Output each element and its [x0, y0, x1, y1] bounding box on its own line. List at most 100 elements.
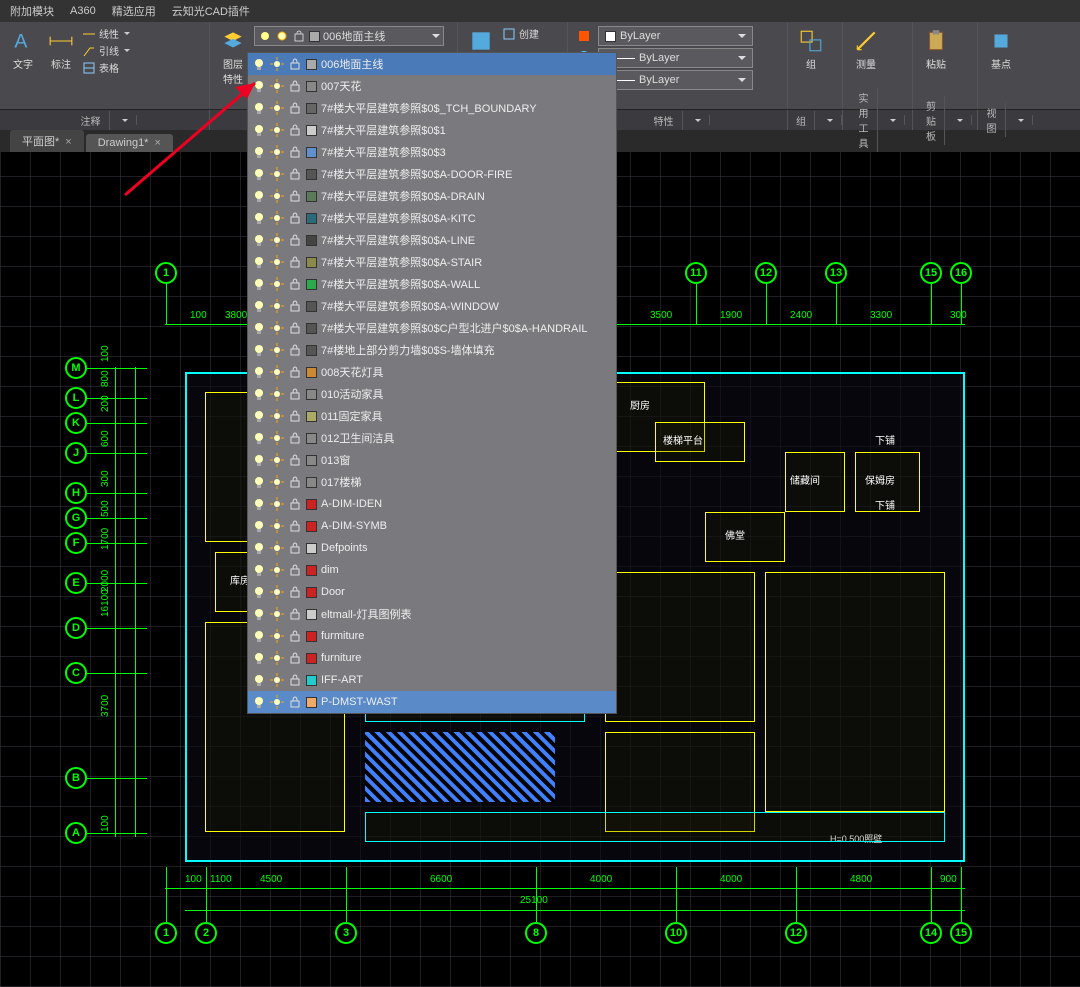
lock-icon	[288, 629, 302, 643]
doc-tab-2[interactable]: Drawing1*×	[86, 134, 173, 152]
layer-name: 006地面主线	[321, 56, 383, 72]
layer-properties-button[interactable]: 图层 特性	[216, 26, 250, 88]
create-block-button[interactable]: 创建	[502, 26, 539, 41]
layer-item[interactable]: P-DMST-WAST	[248, 691, 616, 713]
layer-item[interactable]: 007天花	[248, 75, 616, 97]
lineweight-dropdown[interactable]: ByLayer	[598, 48, 753, 68]
layer-item[interactable]: Defpoints	[248, 537, 616, 559]
layer-name: 7#楼大平层建筑参照$0$A-STAIR	[321, 254, 482, 270]
linetype-dropdown[interactable]: ByLayer	[598, 70, 753, 90]
panel-annotate[interactable]: 注释	[0, 110, 210, 130]
color-swatch	[306, 411, 317, 422]
lock-icon	[288, 167, 302, 181]
lock-icon	[288, 233, 302, 247]
sun-icon	[270, 211, 284, 225]
layer-item[interactable]: 012卫生间洁具	[248, 427, 616, 449]
lock-icon	[288, 299, 302, 313]
panel-group[interactable]: 组	[788, 110, 843, 130]
sun-icon	[270, 101, 284, 115]
leader-button[interactable]: 引线	[82, 43, 130, 58]
layer-item[interactable]: 7#楼大平层建筑参照$0$A-DRAIN	[248, 185, 616, 207]
tab-a360[interactable]: A360	[62, 5, 104, 17]
dim-text: 800	[100, 370, 111, 387]
text-button[interactable]: A 文字	[6, 26, 40, 75]
layer-item[interactable]: 7#楼大平层建筑参照$0$A-KITC	[248, 207, 616, 229]
layer-name: 7#楼大平层建筑参照$0$A-DRAIN	[321, 188, 485, 204]
grid-bubble: 2	[195, 922, 217, 944]
color-dropdown[interactable]: ByLayer	[598, 26, 753, 46]
layer-item[interactable]: 7#楼大平层建筑参照$0$A-DOOR-FIRE	[248, 163, 616, 185]
match-properties-icon[interactable]	[574, 26, 594, 46]
layer-item[interactable]: furniture	[248, 647, 616, 669]
sun-icon	[270, 189, 284, 203]
layer-dropdown[interactable]: 006地面主线	[254, 26, 444, 46]
layer-item[interactable]: 7#楼地上部分剪力墙$0$S-墙体填充	[248, 339, 616, 361]
sun-icon	[270, 233, 284, 247]
basepoint-button[interactable]: 基点	[984, 26, 1018, 73]
layer-item[interactable]: furmiture	[248, 625, 616, 647]
layer-item[interactable]: 7#楼大平层建筑参照$0$3	[248, 141, 616, 163]
lock-icon	[288, 211, 302, 225]
tab-plugin[interactable]: 云知光CAD插件	[164, 3, 258, 19]
dim-text: 3500	[650, 310, 672, 321]
lock-icon	[288, 343, 302, 357]
layer-item[interactable]: 7#楼大平层建筑参照$0$_TCH_BOUNDARY	[248, 97, 616, 119]
close-icon[interactable]: ×	[65, 136, 71, 148]
color-swatch	[306, 653, 317, 664]
layer-name: 7#楼大平层建筑参照$0$A-KITC	[321, 210, 476, 226]
layer-item[interactable]: 006地面主线	[248, 53, 616, 75]
lock-icon	[288, 145, 302, 159]
panel-util[interactable]: 实用工具	[843, 110, 913, 130]
layer-item[interactable]: dim	[248, 559, 616, 581]
close-icon[interactable]: ×	[154, 137, 160, 149]
layer-item[interactable]: 008天花灯具	[248, 361, 616, 383]
lightbulb-icon	[252, 651, 266, 665]
layer-item[interactable]: 7#楼大平层建筑参照$0$A-WINDOW	[248, 295, 616, 317]
layer-item[interactable]: 011固定家具	[248, 405, 616, 427]
layer-item[interactable]: IFF-ART	[248, 669, 616, 691]
doc-tab-1[interactable]: 平面图*×	[10, 130, 84, 152]
panel-view[interactable]: 视图	[978, 110, 1033, 130]
layer-item[interactable]: eltmall-灯具图例表	[248, 603, 616, 625]
grid-bubble: G	[65, 507, 87, 529]
lightbulb-icon	[252, 673, 266, 687]
group-button[interactable]: 组	[794, 26, 828, 73]
grid-bubble: A	[65, 822, 87, 844]
lightbulb-icon	[252, 387, 266, 401]
sun-icon	[270, 409, 284, 423]
panel-clip[interactable]: 剪贴板	[913, 110, 978, 130]
grid-bubble: 12	[785, 922, 807, 944]
layer-item[interactable]: 013窗	[248, 449, 616, 471]
dim-text: 100	[185, 874, 202, 885]
dim-text: 1700	[100, 528, 111, 550]
layer-name: 7#楼大平层建筑参照$0$A-LINE	[321, 232, 475, 248]
sun-icon	[270, 255, 284, 269]
dimension-button[interactable]: 标注	[44, 26, 78, 75]
layer-item[interactable]: A-DIM-IDEN	[248, 493, 616, 515]
layer-name: 7#楼大平层建筑参照$0$A-DOOR-FIRE	[321, 166, 512, 182]
layer-item[interactable]: A-DIM-SYMB	[248, 515, 616, 537]
layer-item[interactable]: 010活动家具	[248, 383, 616, 405]
dim-text: 600	[100, 430, 111, 447]
layer-item[interactable]: 7#楼大平层建筑参照$0$A-WALL	[248, 273, 616, 295]
sun-icon	[270, 453, 284, 467]
layer-item[interactable]: 7#楼大平层建筑参照$0$1	[248, 119, 616, 141]
layer-item[interactable]: 7#楼大平层建筑参照$0$A-STAIR	[248, 251, 616, 273]
table-button[interactable]: 表格	[82, 60, 130, 75]
layer-item[interactable]: Door	[248, 581, 616, 603]
linetype-button[interactable]: 线性	[82, 26, 130, 41]
paste-button[interactable]: 粘贴	[919, 26, 953, 73]
color-swatch	[306, 301, 317, 312]
sun-icon	[270, 475, 284, 489]
tab-addon[interactable]: 附加模块	[2, 3, 62, 19]
layer-item[interactable]: 017楼梯	[248, 471, 616, 493]
color-swatch	[306, 169, 317, 180]
layer-dropdown-list[interactable]: 006地面主线 007天花 7#楼大平层建筑参照$0$_TCH_BOUNDARY…	[247, 52, 617, 714]
measure-button[interactable]: 测量	[849, 26, 883, 73]
layer-item[interactable]: 7#楼大平层建筑参照$0$A-LINE	[248, 229, 616, 251]
dim-text: 300	[100, 470, 111, 487]
tab-featured[interactable]: 精选应用	[104, 3, 164, 19]
color-swatch	[306, 125, 317, 136]
layer-item[interactable]: 7#楼大平层建筑参照$0$C户型北进户$0$A-HANDRAIL	[248, 317, 616, 339]
lightbulb-icon	[252, 695, 266, 709]
